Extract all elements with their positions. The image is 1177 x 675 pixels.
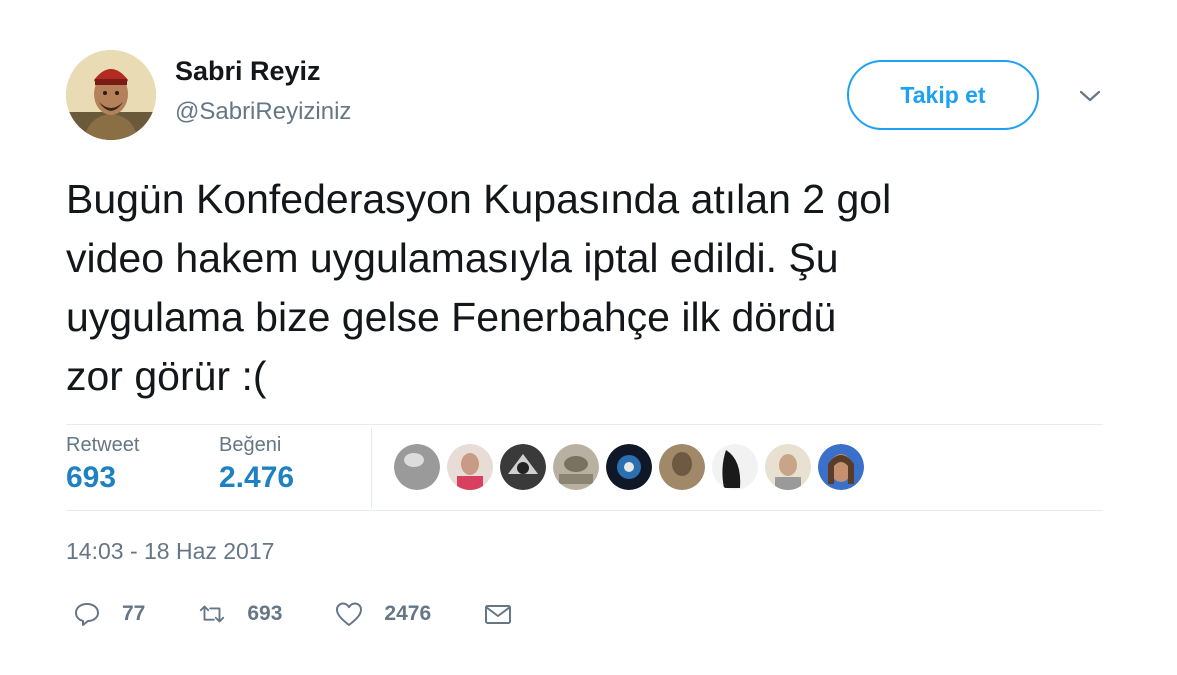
liker-avatar[interactable] bbox=[818, 444, 864, 490]
stats-separator bbox=[371, 428, 372, 508]
liker-avatar[interactable] bbox=[447, 444, 493, 490]
like-stat-value: 2.476 bbox=[219, 461, 295, 494]
retweet-button[interactable]: 693 bbox=[197, 599, 282, 629]
chevron-down-icon bbox=[1079, 90, 1101, 102]
retweet-stat-label: Retweet bbox=[66, 434, 140, 456]
liker-avatar[interactable] bbox=[712, 444, 758, 490]
retweet-stat-value: 693 bbox=[66, 461, 117, 494]
tweet-card: Sabri Reyiz @SabriReyiziniz Takip et Bug… bbox=[0, 0, 1177, 675]
stats-divider-bottom bbox=[66, 510, 1103, 511]
reply-icon bbox=[72, 599, 102, 629]
user-handle[interactable]: @SabriReyiziniz bbox=[175, 98, 351, 126]
follow-button[interactable]: Takip et bbox=[847, 60, 1039, 130]
tweet-actions: 77 693 2476 bbox=[72, 596, 565, 632]
envelope-icon bbox=[483, 599, 513, 629]
stats-divider-top bbox=[66, 424, 1103, 425]
like-stat-label: Beğeni bbox=[219, 434, 282, 456]
retweet-icon bbox=[197, 599, 227, 629]
liker-avatar[interactable] bbox=[765, 444, 811, 490]
direct-message-button[interactable] bbox=[483, 599, 513, 629]
avatar-portrait-icon bbox=[66, 50, 156, 140]
tweet-text: Bugün Konfederasyon Kupasında atılan 2 g… bbox=[66, 176, 892, 399]
liker-avatar[interactable] bbox=[500, 444, 546, 490]
liker-avatar[interactable] bbox=[659, 444, 705, 490]
liker-avatar[interactable] bbox=[553, 444, 599, 490]
liker-avatars bbox=[394, 444, 864, 490]
display-name[interactable]: Sabri Reyiz bbox=[175, 56, 321, 87]
like-button[interactable]: 2476 bbox=[334, 599, 431, 629]
liker-avatar[interactable] bbox=[394, 444, 440, 490]
reply-count: 77 bbox=[122, 602, 146, 625]
liker-avatar[interactable] bbox=[606, 444, 652, 490]
retweet-count: 693 bbox=[247, 602, 283, 625]
reply-button[interactable]: 77 bbox=[72, 599, 145, 629]
tweet-timestamp[interactable]: 14:03 - 18 Haz 2017 bbox=[66, 538, 274, 565]
like-count: 2476 bbox=[384, 602, 432, 625]
retweet-stat[interactable]: Retweet 693 bbox=[66, 434, 139, 495]
like-stat[interactable]: Beğeni 2.476 bbox=[219, 434, 294, 495]
heart-icon bbox=[334, 599, 364, 629]
more-menu-button[interactable] bbox=[1074, 82, 1106, 110]
user-avatar[interactable] bbox=[66, 50, 156, 140]
